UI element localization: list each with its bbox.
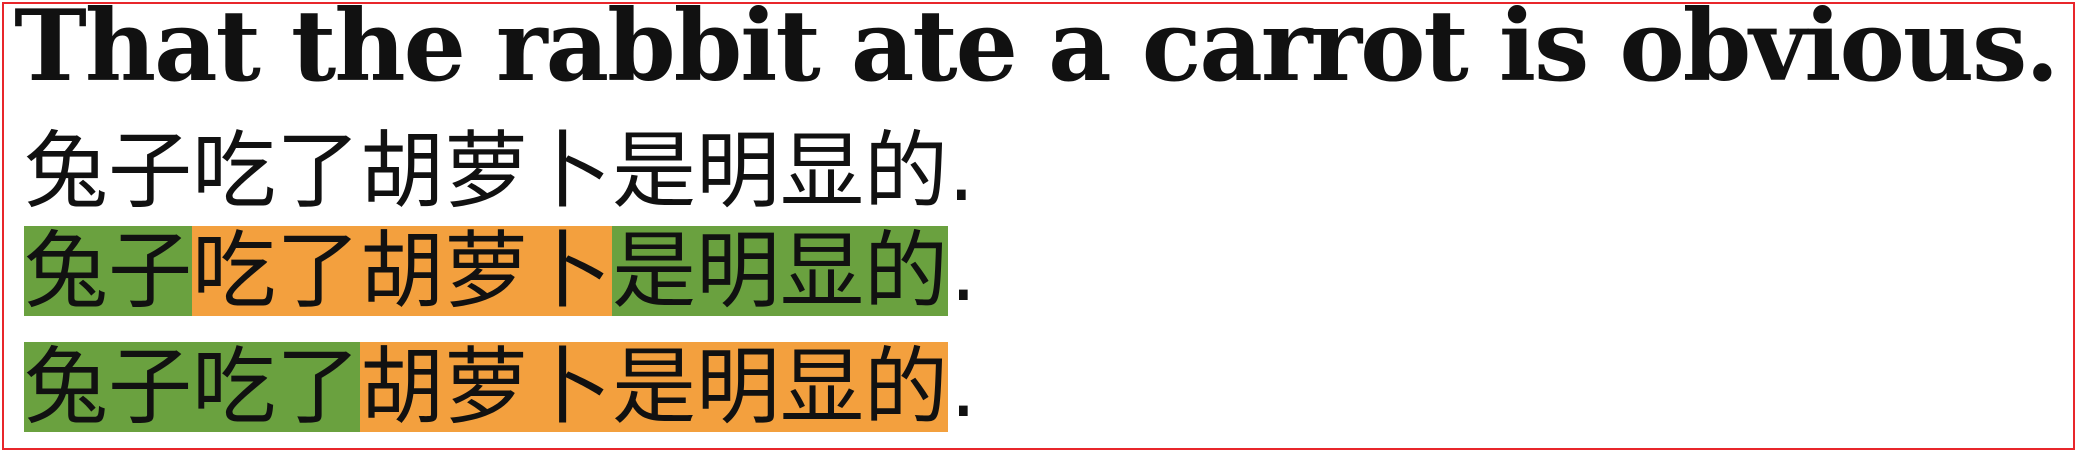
segment-second: 胡萝卜是明显的 — [360, 338, 949, 436]
sentence-period: . — [950, 338, 977, 436]
english-sentence: That the rabbit ate a carrot is obvious. — [14, 0, 2059, 104]
plain-sentence-text: 兔子吃了胡萝卜是明显的. — [24, 122, 975, 220]
segment-subject: 兔子 — [24, 222, 193, 320]
segment-first: 兔子吃了 — [24, 338, 361, 436]
segment-predicate: 吃了胡萝卜 — [192, 222, 613, 320]
segment-complement: 是明显的 — [612, 222, 949, 320]
chinese-sentence-plain: 兔子吃了胡萝卜是明显的. — [24, 126, 975, 216]
chinese-sentence-segmentation-2: 兔子吃了 胡萝卜是明显的 . — [24, 342, 977, 432]
sentence-period: . — [950, 222, 977, 320]
chinese-sentence-segmentation-1: 兔子 吃了胡萝卜 是明显的 . — [24, 226, 977, 316]
